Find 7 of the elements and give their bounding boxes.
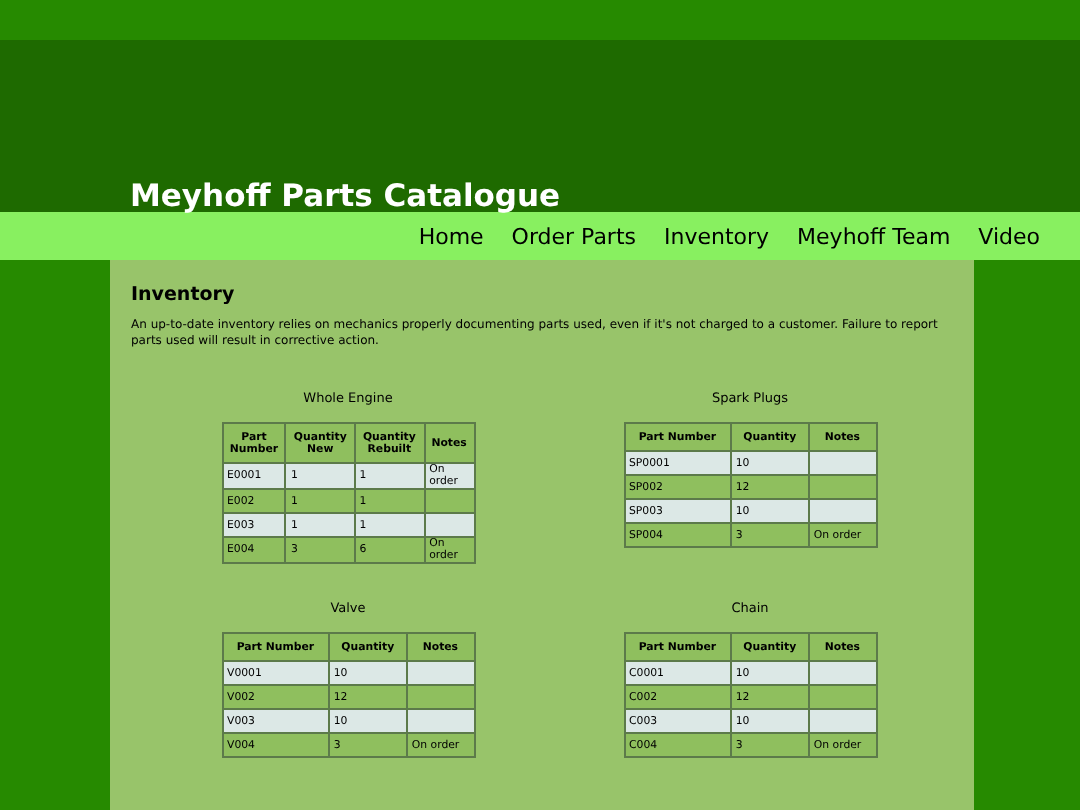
nav-link[interactable]: Inventory xyxy=(664,223,770,249)
nav-link[interactable]: Meyhoff Team xyxy=(797,223,951,249)
section-heading: Inventory xyxy=(131,284,237,306)
site-title: Meyhoff Parts Catalogue xyxy=(130,178,561,214)
nav-link[interactable]: Home xyxy=(418,223,484,249)
nav-link[interactable]: Video xyxy=(978,223,1040,249)
nav-link[interactable]: Order Parts xyxy=(511,223,636,249)
